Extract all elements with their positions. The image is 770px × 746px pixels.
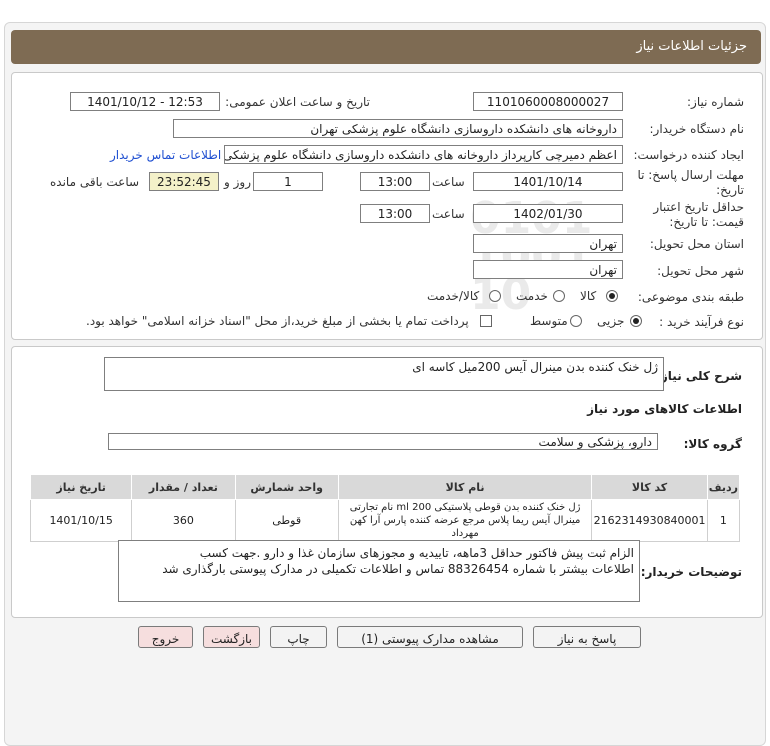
back-button[interactable]: بازگشت — [203, 626, 260, 648]
goods-group-label: گروه کالا: — [683, 437, 742, 451]
province-field: تهران — [473, 234, 623, 253]
category-label: طبقه بندی موضوعی: — [637, 290, 744, 304]
category-radio-service[interactable] — [553, 290, 565, 302]
need-number-field: 1101060008000027 — [473, 92, 623, 111]
remaining-time-field: 23:52:45 — [149, 172, 219, 191]
announce-label: تاریخ و ساعت اعلان عمومی: — [225, 95, 370, 109]
col-unit: واحد شمارش — [234, 474, 339, 500]
print-button[interactable]: چاپ — [270, 626, 327, 648]
validity-time-field: 13:00 — [360, 204, 430, 223]
col-row: ردیف — [706, 474, 741, 500]
cell-name-line1: ژل خنک کننده بدن قوطی پلاستیکی 200 ml نا… — [349, 502, 581, 513]
validity-label-1: حداقل تاریخ اعتبار — [653, 200, 744, 214]
buyer-notes-line1: الزام ثبت پیش فاکتور حداقل 3ماهه، تاییدی… — [199, 546, 634, 560]
col-date: تاریخ نیاز — [29, 474, 133, 500]
remaining-label: ساعت باقی مانده — [50, 175, 140, 189]
city-label: شهر محل تحویل: — [657, 264, 744, 278]
attachments-button[interactable]: مشاهده مدارک پیوستی (1) — [337, 626, 523, 648]
col-code: کد کالا — [591, 474, 708, 500]
cell-name-line2: مینرال آیس ریما پلاس مرجع عرضه کننده پار… — [349, 515, 581, 539]
category-radio-both[interactable] — [489, 290, 501, 302]
payment-note: پرداخت تمام یا بخشی از مبلغ خرید،از محل … — [86, 314, 469, 328]
title-bar: جزئیات اطلاعات نیاز — [11, 30, 761, 64]
col-name: نام کالا — [337, 474, 593, 500]
category-option-service: خدمت — [516, 289, 548, 303]
buyer-notes-label: توضیحات خریدار: — [640, 565, 742, 579]
items-table: ردیف کد کالا نام کالا واحد شمارش تعداد /… — [29, 474, 741, 542]
validity-date-field: 1402/01/30 — [473, 204, 623, 223]
reply-button[interactable]: پاسخ به نیاز — [533, 626, 641, 648]
deadline-label-2: تاریخ: — [716, 183, 744, 197]
summary-field: ژل خنک کننده بدن مینرال آیس 200میل کاسه … — [104, 357, 664, 391]
table-row: 1 2162314930840001 ژل خنک کننده بدن قوطی… — [29, 499, 741, 542]
buyer-label: نام دستگاه خریدار: — [649, 122, 745, 136]
buyer-notes-line2: اطلاعات بیشتر با شماره 88326454 تماس و ا… — [162, 562, 634, 576]
process-label: نوع فرآیند خرید : — [659, 315, 744, 329]
deadline-time-field: 13:00 — [360, 172, 430, 191]
cell-row: 1 — [706, 499, 741, 542]
cell-date: 1401/10/15 — [29, 499, 133, 542]
cell-qty: 360 — [131, 499, 236, 542]
goods-section-title: اطلاعات کالاهای مورد نیاز — [587, 402, 742, 416]
validity-label-2: قیمت: تا تاریخ: — [669, 215, 744, 229]
buyer-notes-field: الزام ثبت پیش فاکتور حداقل 3ماهه، تاییدی… — [118, 540, 640, 602]
need-number-label: شماره نیاز: — [687, 95, 744, 109]
col-qty: تعداد / مقدار — [131, 474, 236, 500]
city-field: تهران — [473, 260, 623, 279]
deadline-label-1: مهلت ارسال پاسخ: تا — [637, 168, 744, 182]
page-title: جزئیات اطلاعات نیاز — [636, 39, 747, 54]
validity-time-label: ساعت — [432, 207, 465, 221]
contact-buyer-link[interactable]: اطلاعات تماس خریدار — [110, 148, 221, 162]
cell-unit: قوطی — [234, 499, 339, 542]
exit-button[interactable]: خروج — [138, 626, 193, 648]
category-option-both: کالا/خدمت — [427, 289, 480, 303]
province-label: استان محل تحویل: — [649, 237, 744, 251]
deadline-date-field: 1401/10/14 — [473, 172, 623, 191]
goods-group-field: دارو، پزشکی و سلامت — [108, 433, 658, 450]
category-radio-goods[interactable] — [606, 290, 618, 302]
days-field: 1 — [253, 172, 323, 191]
announce-field: 1401/10/12 - 12:53 — [70, 92, 220, 111]
cell-name: ژل خنک کننده بدن قوطی پلاستیکی 200 ml نا… — [337, 499, 593, 542]
creator-field: اعظم دمیرچی کارپرداز داروخانه های دانشکد… — [224, 145, 623, 164]
summary-label: شرح کلی نیاز: — [656, 369, 742, 383]
deadline-time-label: ساعت — [432, 175, 465, 189]
creator-label: ایجاد کننده درخواست: — [633, 148, 744, 162]
cell-code: 2162314930840001 — [591, 499, 708, 542]
category-option-goods: کالا — [580, 289, 597, 303]
process-radio-medium[interactable] — [570, 315, 582, 327]
process-option-medium: متوسط — [530, 314, 568, 328]
buyer-field: داروخانه های دانشکده داروسازی دانشگاه عل… — [173, 119, 623, 138]
process-radio-minor[interactable] — [630, 315, 642, 327]
process-option-minor: جزیی — [597, 314, 625, 328]
days-label: روز و — [224, 175, 251, 189]
treasury-checkbox[interactable] — [480, 315, 492, 327]
